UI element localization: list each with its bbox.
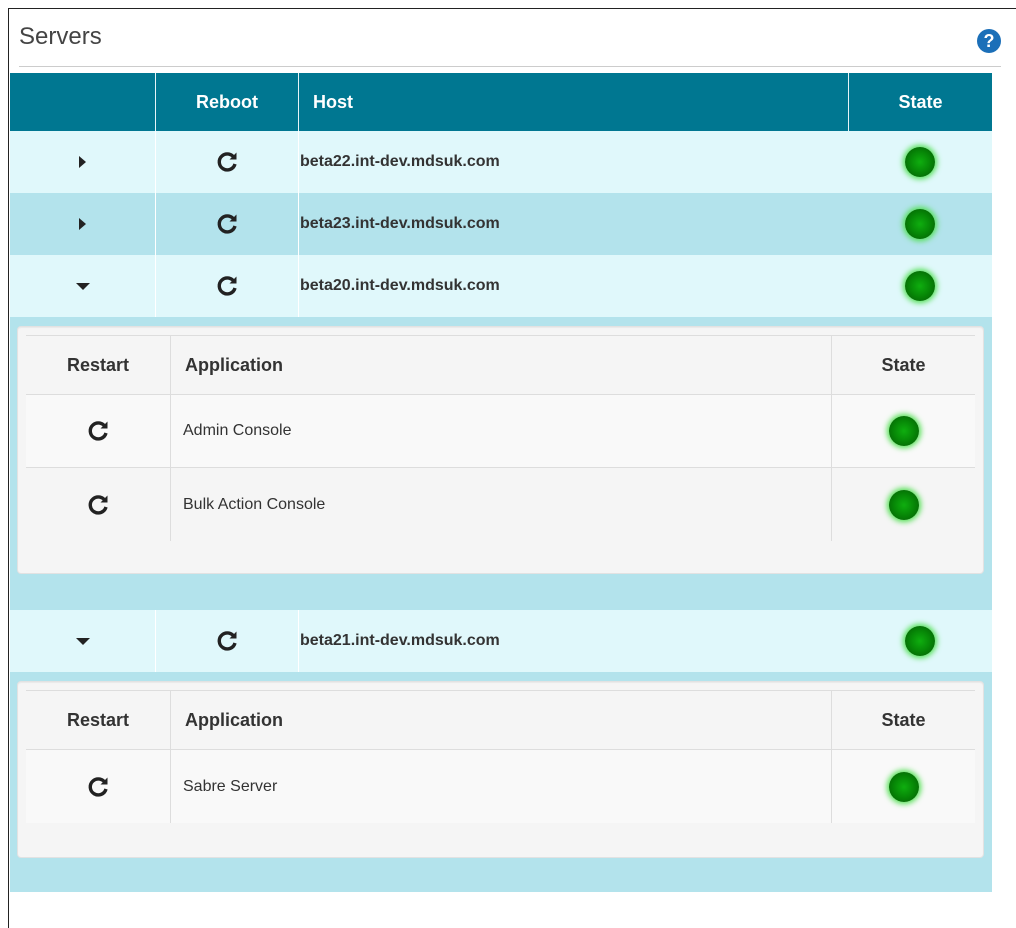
applications-header: Restart Application State bbox=[26, 690, 975, 750]
applications-table: Restart Application State Admin Console … bbox=[26, 335, 975, 541]
server-row: beta23.int-dev.mdsuk.com bbox=[10, 193, 992, 255]
reboot-button[interactable] bbox=[155, 610, 298, 672]
refresh-icon bbox=[88, 776, 108, 797]
server-row: beta22.int-dev.mdsuk.com bbox=[10, 131, 992, 193]
collapse-toggle[interactable] bbox=[10, 610, 155, 672]
applications-header: Restart Application State bbox=[26, 335, 975, 395]
panel-header: Servers ? bbox=[19, 21, 1001, 67]
application-row: Bulk Action Console bbox=[26, 468, 975, 541]
header-toggle bbox=[10, 73, 155, 131]
refresh-icon bbox=[88, 494, 108, 515]
status-led-icon bbox=[888, 416, 919, 446]
status-led-icon bbox=[888, 771, 919, 802]
help-icon[interactable]: ? bbox=[977, 29, 1001, 53]
applications-table: Restart Application State Sabre Server bbox=[26, 690, 975, 823]
reboot-button[interactable] bbox=[155, 193, 298, 255]
app-state-cell bbox=[831, 468, 975, 541]
application-name: Admin Console bbox=[170, 395, 831, 467]
refresh-icon bbox=[217, 276, 237, 296]
host-name: beta21.int-dev.mdsuk.com bbox=[298, 610, 848, 672]
refresh-icon bbox=[217, 214, 237, 234]
state-cell bbox=[848, 131, 992, 193]
caret-down-icon bbox=[75, 282, 90, 290]
restart-button[interactable] bbox=[26, 395, 170, 467]
caret-right-icon bbox=[79, 218, 86, 230]
app-state-cell bbox=[831, 750, 975, 823]
header-host[interactable]: Host bbox=[298, 73, 848, 131]
caret-down-icon bbox=[75, 637, 90, 645]
server-row: beta21.int-dev.mdsuk.com bbox=[10, 610, 992, 672]
collapse-toggle[interactable] bbox=[10, 255, 155, 317]
status-led-icon bbox=[905, 271, 935, 301]
state-cell bbox=[848, 255, 992, 317]
header-reboot[interactable]: Reboot bbox=[155, 73, 298, 131]
status-led-icon bbox=[905, 626, 935, 656]
caret-right-icon bbox=[79, 156, 86, 168]
header-app-state: State bbox=[831, 691, 975, 749]
header-restart: Restart bbox=[66, 354, 130, 375]
server-detail: Restart Application State Sabre Server bbox=[10, 672, 992, 892]
server-row: beta20.int-dev.mdsuk.com bbox=[10, 255, 992, 317]
state-cell bbox=[848, 193, 992, 255]
server-detail: Restart Application State Admin Console … bbox=[10, 317, 992, 610]
servers-table: Reboot Host State beta22.int-dev.mdsuk.c… bbox=[10, 73, 992, 892]
header-state[interactable]: State bbox=[848, 73, 992, 131]
status-led-icon bbox=[905, 209, 935, 239]
reboot-button[interactable] bbox=[155, 131, 298, 193]
application-name: Bulk Action Console bbox=[170, 468, 831, 541]
refresh-icon bbox=[217, 152, 237, 172]
status-led-icon bbox=[888, 489, 919, 520]
servers-table-header: Reboot Host State bbox=[10, 73, 992, 131]
header-app-state: State bbox=[831, 336, 975, 394]
restart-button[interactable] bbox=[26, 750, 170, 823]
header-restart: Restart bbox=[66, 709, 130, 730]
host-name: beta23.int-dev.mdsuk.com bbox=[298, 193, 848, 255]
restart-button[interactable] bbox=[26, 468, 170, 541]
applications-well: Restart Application State Sabre Server bbox=[17, 681, 984, 858]
expand-toggle[interactable] bbox=[10, 193, 155, 255]
refresh-icon bbox=[217, 631, 237, 651]
application-row: Admin Console bbox=[26, 395, 975, 468]
status-led-icon bbox=[905, 147, 935, 177]
refresh-icon bbox=[88, 421, 108, 441]
reboot-button[interactable] bbox=[155, 255, 298, 317]
app-state-cell bbox=[831, 395, 975, 467]
host-name: beta20.int-dev.mdsuk.com bbox=[298, 255, 848, 317]
application-name: Sabre Server bbox=[170, 750, 831, 823]
header-application: Application bbox=[170, 336, 831, 394]
state-cell bbox=[848, 610, 992, 672]
application-row: Sabre Server bbox=[26, 750, 975, 823]
expand-toggle[interactable] bbox=[10, 131, 155, 193]
host-name: beta22.int-dev.mdsuk.com bbox=[298, 131, 848, 193]
applications-well: Restart Application State Admin Console … bbox=[17, 326, 984, 574]
header-application: Application bbox=[170, 691, 831, 749]
panel-title: Servers bbox=[19, 23, 102, 50]
